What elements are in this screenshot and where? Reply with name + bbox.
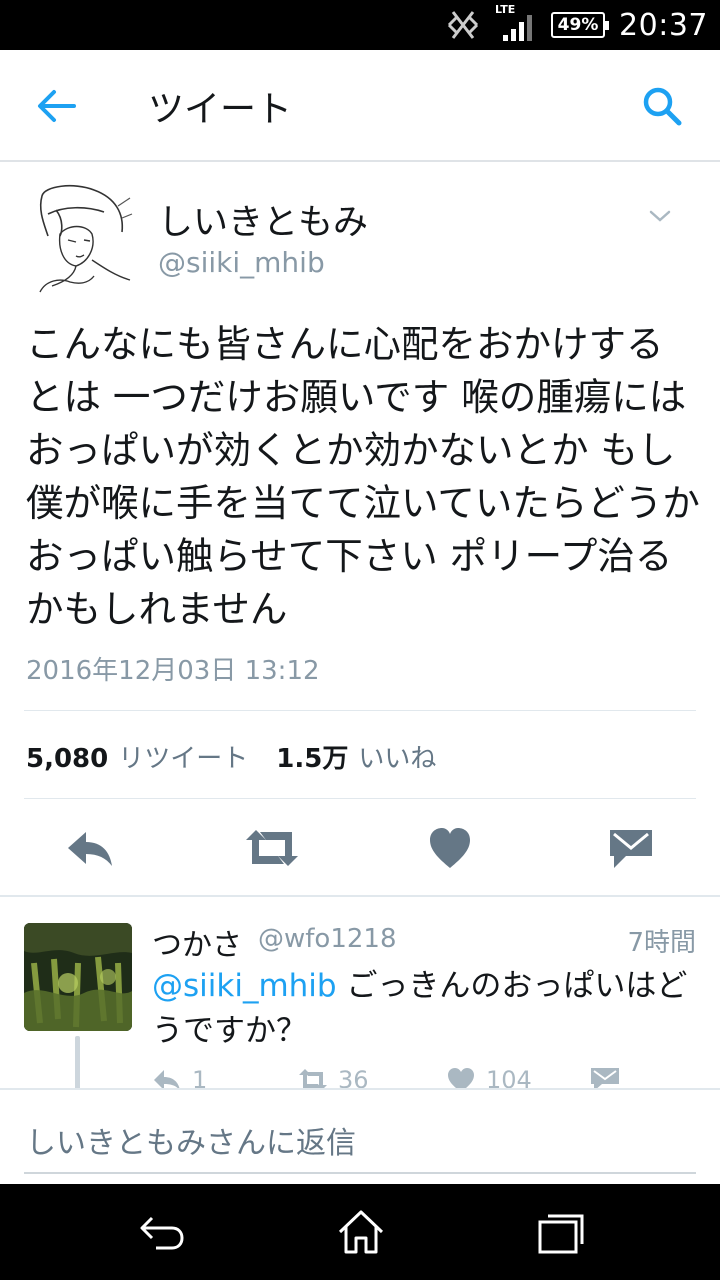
- reply-dm-action[interactable]: [590, 1066, 620, 1088]
- navigation-bar: [0, 1184, 720, 1280]
- reply-like-action[interactable]: 104: [446, 1066, 532, 1088]
- retweet-label[interactable]: リツイート: [118, 738, 248, 775]
- nfc-off-icon: [447, 11, 479, 39]
- tweet-stats: 5,080 リツイート 1.5万 いいね: [26, 738, 464, 775]
- reply-author-name[interactable]: つかさ: [152, 920, 242, 964]
- divider: [0, 895, 720, 897]
- reply-actions: 1 36 104: [152, 1064, 696, 1088]
- lte-signal-icon: LTE: [495, 3, 537, 43]
- reply-mention[interactable]: @siiki_mhib: [152, 968, 337, 1004]
- reply-composer[interactable]: しいきともみさんに返信: [0, 1088, 720, 1184]
- dm-icon[interactable]: [590, 1066, 620, 1088]
- author-handle[interactable]: @siiki_mhib: [158, 246, 325, 279]
- retweet-count[interactable]: 5,080: [26, 744, 108, 774]
- reply-author-handle[interactable]: @wfo1218: [258, 924, 397, 954]
- reply-icon[interactable]: [152, 1067, 182, 1088]
- nav-recents-icon[interactable]: [536, 1208, 586, 1256]
- battery-percent: 49%: [557, 15, 599, 35]
- reply-input-placeholder[interactable]: しいきともみさんに返信: [26, 1118, 356, 1162]
- reply-reply-count: 1: [192, 1066, 208, 1088]
- chevron-down-icon[interactable]: [648, 206, 672, 226]
- heart-icon[interactable]: [446, 1067, 476, 1088]
- reply-retweet-action[interactable]: 36: [298, 1066, 369, 1088]
- tweet-timestamp: 2016年12月03日 13:12: [26, 656, 320, 686]
- divider: [24, 710, 696, 711]
- heart-icon[interactable]: [428, 826, 472, 870]
- input-underline: [24, 1172, 696, 1174]
- like-label[interactable]: いいね: [358, 738, 436, 775]
- status-bar: LTE 49% 20:37: [0, 0, 720, 50]
- thread-line: [75, 1036, 80, 1092]
- retweet-icon[interactable]: [244, 826, 300, 870]
- arrow-left-icon[interactable]: [34, 86, 78, 126]
- reply-retweet-count: 36: [338, 1066, 369, 1088]
- reply-avatar[interactable]: [24, 923, 132, 1031]
- divider: [24, 798, 696, 799]
- like-count[interactable]: 1.5万: [276, 738, 348, 775]
- retweet-icon[interactable]: [298, 1067, 328, 1088]
- reply-text: @siiki_mhib ごっきんのおっぱいはどうですか？: [152, 964, 696, 1054]
- tweet-actions: [0, 818, 720, 884]
- author-name[interactable]: しいきともみ: [158, 194, 368, 245]
- clock: 20:37: [619, 7, 708, 43]
- app-bar: ツイート: [0, 50, 720, 162]
- dm-icon[interactable]: [608, 826, 654, 870]
- search-icon[interactable]: [640, 84, 684, 128]
- nav-back-icon[interactable]: [136, 1208, 186, 1256]
- reply-like-count: 104: [486, 1066, 532, 1088]
- avatar[interactable]: [34, 184, 134, 294]
- battery-icon: 49%: [551, 12, 610, 38]
- reply-time: 7時間: [627, 928, 696, 958]
- page-title: ツイート: [148, 89, 293, 130]
- reply-reply-action[interactable]: 1: [152, 1066, 207, 1088]
- tweet-text: こんなにも皆さんに心配をおかけするとは 一つだけお願いです 喉の腫瘍にはおっぱい…: [26, 322, 700, 631]
- nav-home-icon[interactable]: [336, 1208, 386, 1256]
- reply-icon[interactable]: [66, 826, 114, 870]
